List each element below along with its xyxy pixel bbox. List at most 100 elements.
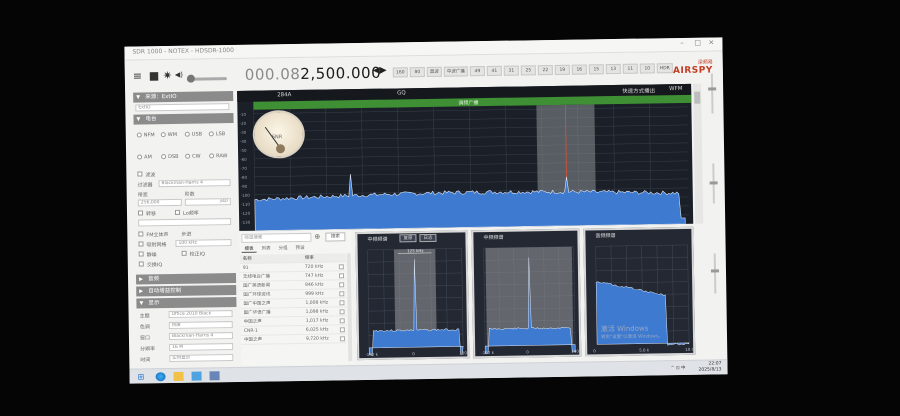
close-button[interactable]: × <box>708 38 714 46</box>
store-icon[interactable] <box>191 371 202 381</box>
sdr-app-icon[interactable] <box>209 371 220 381</box>
table-row[interactable]: 中国之声 9,720 kHz <box>240 334 348 345</box>
band-button-10[interactable]: 16 <box>571 64 587 75</box>
station-tab-2[interactable]: 分组 <box>276 245 291 252</box>
spectrum-scrollbar-thumb[interactable] <box>694 91 701 104</box>
band-button-11[interactable]: 15 <box>588 64 604 75</box>
minimize-button[interactable]: – <box>680 39 684 47</box>
bandwidth-input[interactable]: 256,000 <box>137 198 182 207</box>
shift-checkbox[interactable] <box>137 210 144 216</box>
contrast-slider-knob[interactable] <box>709 181 718 185</box>
radio-section-header[interactable]: ▼ 电台 <box>133 113 234 125</box>
if-log-button[interactable]: 日志 <box>419 233 437 243</box>
stop-icon[interactable]: ■ <box>149 69 160 82</box>
zoom-slider-knob[interactable] <box>708 87 717 91</box>
range-slider-knob[interactable] <box>710 269 720 273</box>
add-station-icon[interactable]: ⊕ <box>314 233 322 242</box>
band-button-4[interactable]: 49 <box>469 66 485 77</box>
file-explorer-icon[interactable] <box>173 371 184 381</box>
band-button-1[interactable]: 80 <box>409 67 425 78</box>
clock[interactable]: 22:07 2025/8/13 <box>698 361 721 373</box>
edge-icon[interactable] <box>155 372 166 382</box>
mode-radio-dsb[interactable] <box>161 154 167 160</box>
band-button-8[interactable]: 22 <box>537 64 553 76</box>
filter-type-select[interactable]: Blackman-Harris 4 <box>158 179 231 188</box>
agc-section-header[interactable]: ▶ 自动增益控制 <box>136 284 237 297</box>
mode-radio-cw[interactable] <box>185 153 191 159</box>
station-checkbox[interactable] <box>339 336 346 342</box>
if-spectrum-plot[interactable]: -100 k 0 100 k 125 kHz <box>358 242 468 358</box>
band-button-5[interactable]: 41 <box>486 65 502 77</box>
mode-radio-lsb[interactable] <box>208 131 214 137</box>
audio-if-panel[interactable]: 中频频谱 -100 k 0 100 k <box>471 228 582 359</box>
mode-radio-nfm[interactable] <box>136 132 142 138</box>
display-section-header[interactable]: ▼ 显示 <box>136 296 237 309</box>
display-row-select[interactable]: 16 M <box>169 343 234 352</box>
mode-radio-usb[interactable] <box>184 131 190 137</box>
band-button-0[interactable]: 160 <box>392 67 408 78</box>
source-section-header[interactable]: ▼ 来源：ExtIO <box>133 91 234 103</box>
display-row-select[interactable]: 热度 <box>168 321 233 330</box>
display-row-select[interactable]: Blackman-Harris 4 <box>168 332 233 341</box>
spectrum-plot[interactable]: -10 -20 -30 -40 -50 -60 -70 -80 -90 -100 -110 -120 -… <box>237 103 693 231</box>
frequency-step-arrows[interactable]: ◀▶ <box>373 66 387 76</box>
filter-checkbox[interactable] <box>137 171 143 177</box>
lo-checkbox[interactable] <box>174 209 181 215</box>
windows-start-icon[interactable]: ⊞ <box>138 372 148 381</box>
af-spectrum-panel[interactable]: 音频频谱 0 5.0 k 10.0 k 激活 Windows 转到"设置"以激活 W… <box>583 226 696 357</box>
menu-icon[interactable]: ≡ <box>133 69 142 82</box>
system-tray[interactable]: ^ ⊡ 中 <box>671 365 686 371</box>
swap-iq-checkbox[interactable] <box>138 261 144 267</box>
volume-slider[interactable] <box>186 74 227 83</box>
station-checkbox[interactable] <box>339 309 345 315</box>
station-search-input[interactable]: 频道搜索 <box>241 232 312 243</box>
gear-icon[interactable]: ✷ <box>163 69 172 82</box>
station-checkbox[interactable] <box>339 300 345 306</box>
band-button-12[interactable]: 13 <box>605 63 621 75</box>
spectrum-trace[interactable] <box>254 169 686 231</box>
squelch-checkbox[interactable] <box>138 251 144 257</box>
station-checkbox[interactable] <box>339 282 345 288</box>
band-button-13[interactable]: 11 <box>622 63 638 74</box>
station-checkbox[interactable] <box>339 327 345 333</box>
range-slider[interactable] <box>713 253 717 294</box>
station-checkbox[interactable] <box>339 318 345 324</box>
spectrum-display[interactable]: 284A GQ 快速方式播出 WFM 调频广播 -10 -20 -30 -40 -50-… <box>237 83 694 231</box>
station-checkbox[interactable] <box>338 264 344 270</box>
station-list-scrollbar[interactable] <box>346 253 353 362</box>
display-row-select[interactable]: 实时显示 <box>169 354 234 363</box>
audio-section-header[interactable]: ▶ 音频 <box>135 272 237 285</box>
band-button-6[interactable]: 31 <box>503 65 519 76</box>
order-input[interactable]: 340 <box>184 198 231 206</box>
band-button-14[interactable]: 10 <box>639 63 655 74</box>
audio-if-plot[interactable]: -100 k 0 100 k <box>474 241 580 357</box>
snap-select[interactable]: 100 kHz <box>175 239 232 247</box>
volume-slider-knob[interactable] <box>186 74 195 83</box>
if-reset-button[interactable]: 复原 <box>399 234 417 243</box>
station-tab-1[interactable]: 列表 <box>259 245 274 252</box>
station-checkbox[interactable] <box>338 273 345 279</box>
spectrum-scrollbar[interactable] <box>693 83 704 224</box>
zoom-slider[interactable] <box>710 73 714 114</box>
if-spectrum-panel[interactable]: 中频频谱 复原 日志 -100 k 0 100 k 125 kHz <box>355 230 470 361</box>
station-search-button[interactable]: 搜索 <box>325 232 346 242</box>
shift-input[interactable] <box>138 218 232 227</box>
band-button-3[interactable]: 中波广播 <box>443 66 468 77</box>
snap-checkbox[interactable] <box>138 241 144 247</box>
band-button-15[interactable]: HDR <box>656 63 673 74</box>
band-button-2[interactable]: 直波 <box>426 66 442 77</box>
band-button-9[interactable]: 19 <box>554 64 570 75</box>
frequency-display[interactable]: 000.082,500.000 <box>245 64 382 84</box>
fm-stereo-checkbox[interactable] <box>138 231 144 237</box>
mode-radio-am[interactable] <box>137 154 143 160</box>
station-tab-0[interactable]: 模板 <box>241 245 257 253</box>
correct-iq-checkbox[interactable] <box>181 250 187 256</box>
display-row-select[interactable]: Office 2010 Black <box>168 310 233 319</box>
band-button-7[interactable]: 25 <box>520 65 536 76</box>
mode-radio-raw[interactable] <box>209 153 215 159</box>
mode-radio-wm[interactable] <box>160 132 166 138</box>
station-checkbox[interactable] <box>339 291 345 297</box>
speaker-icon[interactable]: ◀) <box>175 71 183 79</box>
source-select[interactable]: ExtIO <box>135 103 230 112</box>
station-tab-3[interactable]: 预设 <box>293 245 308 252</box>
